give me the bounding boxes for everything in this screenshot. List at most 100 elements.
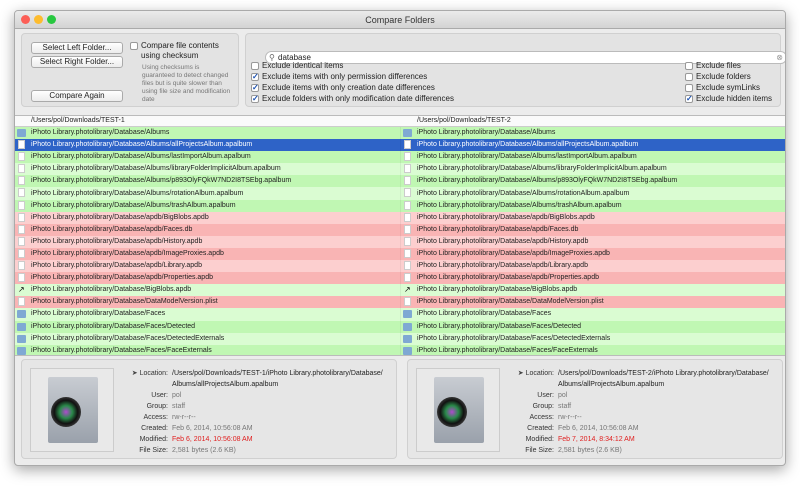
select-right-folder-button[interactable]: Select Right Folder... [31, 56, 123, 68]
checkbox[interactable]: ✓ [685, 94, 693, 103]
filter-option[interactable]: Exclude files [685, 60, 741, 71]
location-value-cont: Albums/allProjectsAlbum.apalbum [172, 381, 279, 388]
location-label: Location: [525, 370, 554, 377]
checkbox[interactable] [685, 83, 693, 92]
table-row[interactable]: iPhoto Library.photolibrary/Database/Alb… [15, 187, 785, 200]
left-column-header[interactable]: /Users/pol/Downloads/TEST-1 [15, 116, 401, 126]
access-label: Access: [143, 414, 168, 421]
location-value[interactable]: /Users/pol/Downloads/TEST-2/iPhoto Libra… [558, 370, 769, 377]
location-value[interactable]: /Users/pol/Downloads/TEST-1/iPhoto Libra… [172, 370, 383, 377]
table-row[interactable]: iPhoto Library.photolibrary/Database/Fac… [15, 308, 785, 321]
filter-option[interactable]: Exclude folders [685, 71, 751, 82]
modified-label: Modified: [139, 436, 168, 443]
reveal-arrow-icon[interactable]: ➤ [132, 370, 138, 377]
folder-icon [403, 346, 412, 355]
right-cell: iPhoto Library.photolibrary/Database/apd… [401, 224, 785, 236]
zoom-button[interactable] [47, 15, 56, 24]
file-icon [18, 261, 25, 271]
left-cell: iPhoto Library.photolibrary/Database/apd… [15, 272, 401, 285]
right-column-header[interactable]: /Users/pol/Downloads/TEST-2 [401, 116, 785, 126]
table-row[interactable]: iPhoto Library.photolibrary/Database/Alb… [15, 139, 785, 152]
table-row[interactable]: iPhoto Library.photolibrary/Database/apd… [15, 247, 785, 261]
table-row[interactable]: iPhoto Library.photolibrary/Database/Alb… [15, 127, 785, 140]
folder-selection-panel: Select Left Folder... Select Right Folde… [21, 33, 239, 107]
checksum-note: Using checksums is guaranteed to detect … [142, 64, 231, 103]
file-icon [404, 273, 411, 283]
user-value: pol [172, 392, 182, 399]
checksum-checkbox[interactable] [130, 42, 138, 50]
file-icon [404, 261, 411, 271]
table-row[interactable]: iPhoto Library.photolibrary/Database/Alb… [15, 151, 785, 164]
table-row[interactable]: iPhoto Library.photolibrary/Database/apd… [15, 223, 785, 236]
right-cell: iPhoto Library.photolibrary/Database/Alb… [401, 139, 785, 151]
table-row[interactable]: iPhoto Library.photolibrary/Database/Alb… [15, 175, 785, 188]
table-row[interactable]: iPhoto Library.photolibrary/Database/apd… [15, 235, 785, 248]
select-left-folder-button[interactable]: Select Left Folder... [31, 42, 123, 54]
close-button[interactable] [21, 15, 30, 24]
filter-option[interactable]: ✓ Exclude items with only permission diff… [251, 71, 427, 82]
table-row[interactable]: iPhoto Library.photolibrary/Database/Alb… [15, 163, 785, 176]
file-icon [404, 140, 411, 150]
file-icon [18, 188, 25, 198]
checkbox[interactable] [251, 61, 259, 70]
filter-option[interactable]: Exclude identical items [251, 60, 343, 71]
filter-option[interactable]: Exclude symLinks [685, 82, 760, 93]
checkbox[interactable]: ✓ [251, 72, 259, 81]
filter-option[interactable]: ✓ Exclude hidden items [685, 93, 772, 104]
file_size-value: 2,581 bytes (2.6 KB) [172, 447, 236, 454]
checkbox[interactable] [685, 61, 693, 70]
left-cell: iPhoto Library.photolibrary/Database/Fac… [15, 320, 401, 333]
user-value: pol [558, 392, 568, 399]
right-cell: iPhoto Library.photolibrary/Database/Fac… [401, 308, 785, 320]
compare-again-button[interactable]: Compare Again [31, 90, 123, 102]
group-label: Group: [146, 403, 168, 410]
file-thumbnail [416, 368, 500, 452]
filter-option[interactable]: ✓ Exclude folders with only modification … [251, 93, 454, 104]
table-row[interactable]: iPhoto Library.photolibrary/Database/apd… [15, 272, 785, 285]
file-icon [18, 152, 25, 162]
minimize-button[interactable] [34, 15, 43, 24]
left-cell: iPhoto Library.photolibrary/Database/Fac… [15, 308, 401, 321]
table-row[interactable]: iPhoto Library.photolibrary/Database/Fac… [15, 332, 785, 345]
left-cell: iPhoto Library.photolibrary/Database/apd… [15, 211, 401, 224]
file_size-label: File Size: [139, 447, 168, 454]
comparison-table: /Users/pol/Downloads/TEST-1/Users/pol/Do… [15, 115, 785, 356]
left-cell: iPhoto Library.photolibrary/Database/Alb… [15, 151, 401, 164]
left-cell: ↗ iPhoto Library.photolibrary/Database/Bi… [15, 284, 401, 297]
left-cell: iPhoto Library.photolibrary/Database/apd… [15, 235, 401, 248]
filter-option[interactable]: ✓ Exclude items with only creation date d… [251, 82, 435, 93]
compare-folders-window: Compare Folders Select Left Folder... Se… [14, 10, 786, 466]
file-icon [404, 164, 411, 174]
file_size-label: File Size: [525, 447, 554, 454]
file-icon [404, 236, 411, 246]
created-value: Feb 6, 2014, 10:56:08 AM [558, 425, 639, 432]
table-row[interactable]: iPhoto Library.photolibrary/Database/Dat… [15, 296, 785, 309]
modified-label: Modified: [525, 436, 554, 443]
clear-search-icon[interactable]: ⊗ [776, 52, 783, 63]
table-row[interactable]: iPhoto Library.photolibrary/Database/Alb… [15, 199, 785, 212]
created-label: Created: [141, 425, 168, 432]
table-row[interactable]: iPhoto Library.photolibrary/Database/apd… [15, 211, 785, 224]
right-cell: iPhoto Library.photolibrary/Database/apd… [401, 236, 785, 248]
right-cell: iPhoto Library.photolibrary/Database/apd… [401, 260, 785, 272]
user-label: User: [537, 392, 554, 399]
created-value: Feb 6, 2014, 10:56:08 AM [172, 425, 253, 432]
access-label: Access: [529, 414, 554, 421]
table-row[interactable]: ↗ iPhoto Library.photolibrary/Database/Bi… [15, 284, 785, 297]
folder-icon [17, 129, 26, 137]
location-value-cont: Albums/allProjectsAlbum.apalbum [558, 381, 665, 388]
checkbox[interactable] [685, 72, 693, 81]
table-row[interactable]: iPhoto Library.photolibrary/Database/Fac… [15, 320, 785, 333]
checkbox[interactable]: ✓ [251, 94, 259, 103]
user-label: User: [151, 392, 168, 399]
reveal-arrow-icon[interactable]: ➤ [518, 370, 524, 377]
table-row[interactable]: iPhoto Library.photolibrary/Database/apd… [15, 260, 785, 273]
access-value: rw-r--r-- [558, 414, 582, 421]
file-icon [18, 212, 25, 222]
location-label: Location: [139, 370, 168, 377]
file-icon [18, 176, 25, 186]
right-cell: iPhoto Library.photolibrary/Database/Fac… [401, 345, 785, 355]
checkbox[interactable]: ✓ [251, 83, 259, 92]
table-row[interactable]: iPhoto Library.photolibrary/Database/Fac… [15, 344, 785, 355]
left-cell: iPhoto Library.photolibrary/Database/Alb… [15, 187, 401, 200]
